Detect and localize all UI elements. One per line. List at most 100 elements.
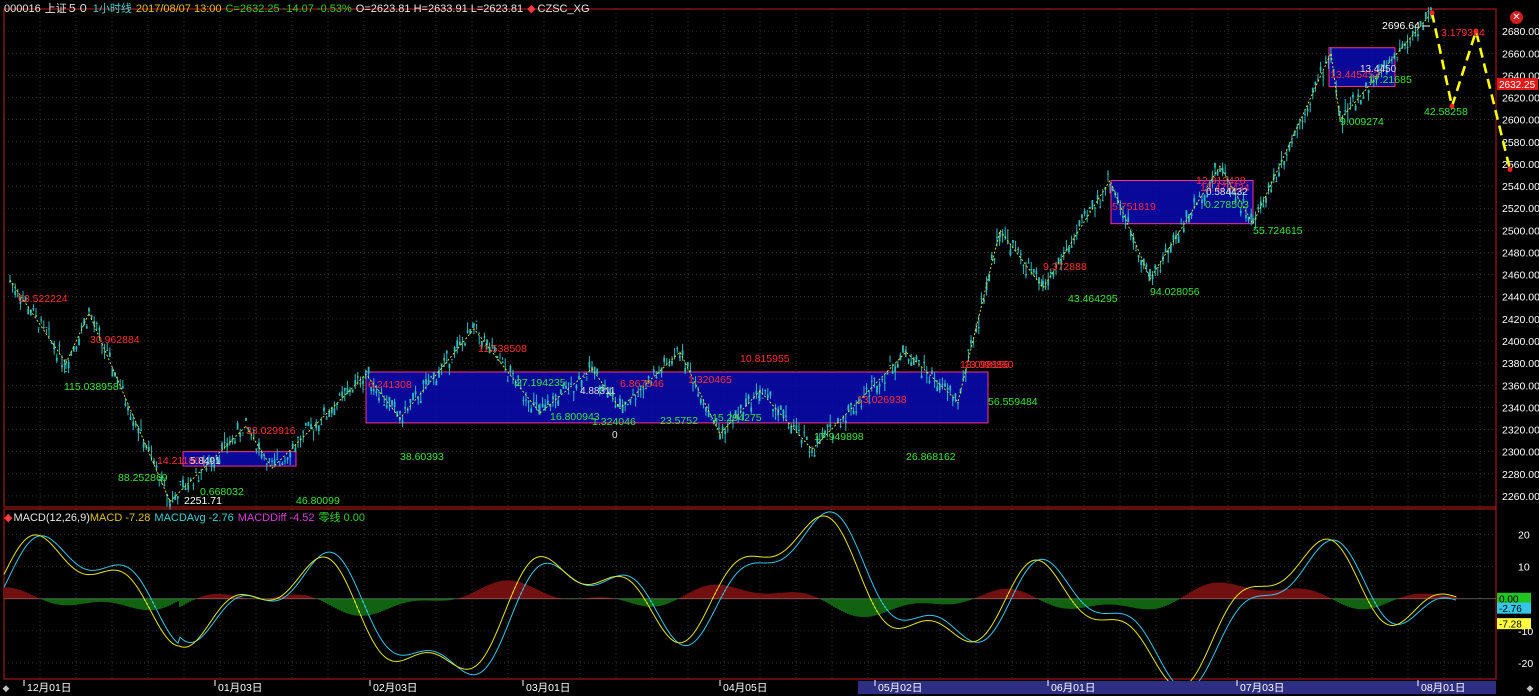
price-tick-label: 2360.00 xyxy=(1502,380,1539,392)
up-stroke-label: 13.098850 xyxy=(964,359,1014,371)
candle-body xyxy=(870,380,873,382)
candle-body xyxy=(48,328,50,330)
price-tick-label: 2260.00 xyxy=(1502,491,1539,503)
candle-body xyxy=(506,380,509,382)
candle-body xyxy=(435,380,438,386)
candle-body xyxy=(886,372,889,375)
kline-chart[interactable]: 2680.002660.002640.002620.002600.002580.… xyxy=(0,0,1539,696)
candle-body xyxy=(427,379,430,385)
candle-body xyxy=(351,389,354,393)
candle-body xyxy=(629,398,632,404)
candle-body xyxy=(200,471,203,473)
candle-body xyxy=(78,338,80,346)
candle-body xyxy=(239,432,242,437)
candle-body xyxy=(936,386,939,392)
candle-body xyxy=(182,479,184,488)
candle-body xyxy=(764,389,767,392)
candle-body xyxy=(865,387,868,389)
candle-body xyxy=(1182,228,1185,233)
scroll-left-icon[interactable]: ◆ xyxy=(1,682,11,694)
candle-body xyxy=(93,321,96,326)
candle-body xyxy=(894,366,897,373)
candle-body xyxy=(1267,184,1270,189)
period-label[interactable]: 1小时线 xyxy=(93,3,132,15)
candle-body xyxy=(448,363,451,369)
price-tick-label: 2500.00 xyxy=(1502,225,1539,237)
candle-body xyxy=(399,410,401,414)
candle-body xyxy=(808,451,811,453)
candle-body xyxy=(557,400,560,406)
macd-line xyxy=(3,515,1457,688)
candle-body xyxy=(795,425,798,432)
chart-window[interactable]: 2680.00 2660.00 2640.00 2620.00 2600.00 2580.… xyxy=(0,0,1539,696)
candle-body xyxy=(1285,154,1288,156)
candle-body xyxy=(1032,268,1035,273)
candle-body xyxy=(174,495,177,501)
scroll-right-icon[interactable]: ◆ xyxy=(1525,682,1535,694)
candle-body xyxy=(1145,264,1148,268)
candle-body xyxy=(907,359,910,362)
macd-tick-label: 20 xyxy=(1518,530,1530,542)
candle-body xyxy=(1417,34,1419,37)
candle-body xyxy=(761,397,764,399)
candle-body xyxy=(684,367,687,373)
candle-body xyxy=(234,441,236,444)
macd-avg-value: MACDAvg -2.76 xyxy=(154,512,234,524)
candle-body xyxy=(1035,270,1038,275)
price-tick-label: 2400.00 xyxy=(1502,336,1539,348)
candle-body xyxy=(1283,160,1286,166)
forecast-point xyxy=(1429,10,1435,16)
candle-body xyxy=(721,426,724,431)
candle-body xyxy=(1154,265,1157,269)
close-icon[interactable]: ✕ xyxy=(1510,11,1523,24)
candle-body xyxy=(933,380,936,382)
candle-body xyxy=(996,237,998,239)
candle-body xyxy=(951,398,954,401)
candle-body xyxy=(98,328,101,330)
up-stroke-label: 6.241308 xyxy=(368,379,412,391)
candle-body xyxy=(766,394,769,399)
candle-body xyxy=(1201,199,1203,204)
candle-body xyxy=(1164,248,1167,253)
candle-body xyxy=(1009,249,1012,256)
candle-body xyxy=(150,456,153,458)
candle-body xyxy=(124,403,127,406)
candle-body xyxy=(1099,206,1102,208)
macd-name[interactable]: MACD(12,26,9) xyxy=(13,512,89,524)
candle-body xyxy=(977,327,980,329)
candle-body xyxy=(179,480,182,483)
candle-body xyxy=(412,393,414,401)
indicator-name[interactable]: CZSC_XG xyxy=(538,3,590,15)
price-tick-label: 2600.00 xyxy=(1502,115,1539,127)
candle-body xyxy=(1198,196,1201,198)
candle-body xyxy=(1124,223,1127,225)
candle-body xyxy=(1219,168,1221,173)
candle-body xyxy=(281,463,284,466)
candle-body xyxy=(343,387,346,391)
candle-body xyxy=(286,457,289,460)
candle-body xyxy=(14,291,17,295)
down-stroke-label: 46.80099 xyxy=(296,495,340,507)
candle-body xyxy=(176,496,179,499)
candle-body xyxy=(325,417,328,420)
indicator-diamond-icon: ◆ xyxy=(527,3,536,15)
candle-body xyxy=(567,393,570,395)
candle-body xyxy=(541,403,544,408)
candle-body xyxy=(588,361,591,368)
bi-stroke-line xyxy=(9,12,1433,503)
candle-body xyxy=(365,370,367,373)
candle-body xyxy=(652,369,655,373)
candle-body xyxy=(530,408,533,413)
candle-body xyxy=(496,356,499,359)
candle-body xyxy=(197,480,200,483)
up-stroke-label: 33.029916 xyxy=(246,425,296,437)
candle-body xyxy=(1259,201,1262,207)
candle-body xyxy=(1291,141,1293,144)
candle-body xyxy=(535,402,538,405)
candle-body xyxy=(938,383,941,391)
candle-body xyxy=(1319,67,1322,71)
candle-body xyxy=(583,376,586,378)
candle-body xyxy=(1367,89,1370,94)
candle-body xyxy=(800,439,803,444)
candle-body xyxy=(850,402,852,406)
